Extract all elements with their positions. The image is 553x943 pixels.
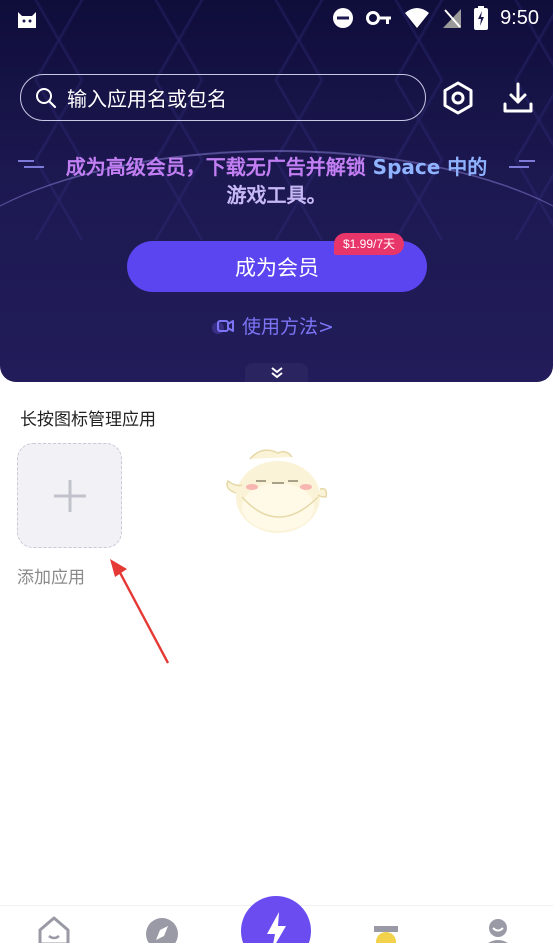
gift-icon[interactable]: [368, 916, 404, 943]
search-placeholder: 输入应用名或包名: [67, 87, 227, 111]
search-icon: [36, 87, 57, 108]
wifi-icon: [405, 8, 430, 28]
double-chevron-down-icon: [270, 366, 283, 378]
promo-text: 成为高级会员，下载无广告并解锁 Space 中的 游戏工具。: [0, 153, 553, 209]
add-app-button[interactable]: [17, 443, 122, 548]
battery-charging-icon: [474, 6, 489, 30]
cat-app-icon: [18, 12, 36, 28]
settings-gear-icon[interactable]: [440, 80, 476, 116]
how-to-use-label: 使用方法>: [242, 316, 334, 338]
do-not-disturb-icon: [333, 8, 354, 28]
search-input[interactable]: 输入应用名或包名: [20, 74, 426, 121]
promo-line-1: 成为高级会员，下载无广告并解锁 Space 中的: [65, 155, 488, 179]
plus-icon: [53, 479, 86, 512]
mascot-illustration: [226, 449, 328, 533]
expand-toggle[interactable]: [245, 363, 308, 382]
compass-icon[interactable]: [144, 916, 180, 943]
how-to-use-link[interactable]: 使用方法>: [212, 312, 334, 339]
add-app-label: 添加应用: [17, 568, 85, 588]
red-arrow-annotation: [110, 559, 170, 664]
profile-icon[interactable]: [480, 916, 516, 943]
status-bar: 9:50: [0, 0, 553, 38]
clock: 9:50: [500, 6, 539, 29]
download-icon[interactable]: [500, 80, 536, 116]
promo-line-2: 游戏工具。: [226, 183, 327, 207]
vpn-key-icon: [366, 11, 392, 25]
home-icon[interactable]: [36, 916, 72, 943]
boost-icon: [243, 898, 309, 943]
boost-button[interactable]: [241, 896, 311, 943]
section-title: 长按图标管理应用: [20, 410, 156, 430]
price-badge: $1.99/7天: [334, 233, 405, 255]
no-signal-icon: [443, 9, 462, 28]
video-camera-icon: [212, 319, 234, 334]
